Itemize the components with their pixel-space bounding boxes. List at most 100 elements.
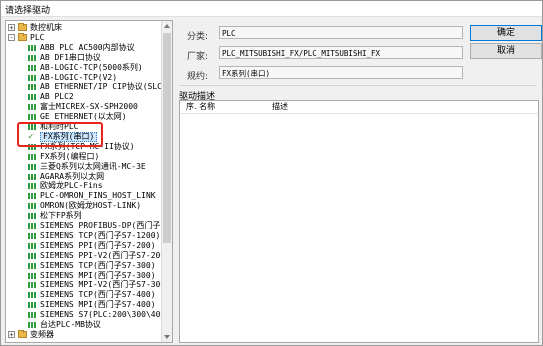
driver-icon: [28, 262, 40, 269]
category-field: PLC: [219, 26, 463, 39]
tree-driver-item[interactable]: AB ETHERNET/IP CIP协议(SLC5: [6, 82, 167, 92]
driver-icon: [28, 124, 40, 130]
tree-driver-label: 欧姆龙PLC-Fins: [40, 181, 103, 191]
tree-driver-item[interactable]: 和利时PLC: [6, 122, 161, 132]
tree-driver-label: FX系列(编程口): [40, 151, 100, 161]
tree-driver-item[interactable]: 松下FP系列: [6, 211, 161, 221]
tree-driver-item[interactable]: SIEMENS PROFIBUS-DP(西门子): [6, 221, 165, 231]
tree-driver-label: SIEMENS TCP(西门子S7-400): [40, 290, 156, 300]
collapse-icon[interactable]: -: [8, 33, 15, 41]
tree-driver-item[interactable]: SIEMENS TCP(西门子S7-1200): [6, 231, 161, 241]
folder-icon: [18, 329, 27, 338]
spec-field: FX系列(串口): [219, 66, 463, 79]
tree-folder[interactable]: + 变频器: [6, 329, 161, 340]
driver-icon: [28, 183, 40, 190]
tree-driver-item[interactable]: 三菱Q系列以太网通讯-MC-3E: [6, 162, 161, 172]
driver-icon: [28, 104, 40, 111]
tree-driver-label: SIEMENS TCP(西门子S7-300): [40, 260, 156, 270]
driver-icon: [28, 54, 40, 61]
tree-driver-item[interactable]: AB-LOGIC-TCP(V2): [6, 73, 161, 83]
tree-driver-item-selected[interactable]: ✓ FX系列(串口): [6, 131, 161, 142]
tree-driver-label: SIEMENS MPI-V2(西门子S7-300: [40, 280, 166, 290]
tree-driver-item[interactable]: SIEMENS TCP(西门子S7-300): [6, 261, 161, 271]
tree-driver-label: SIEMENS MPI(西门子S7-300): [40, 270, 156, 280]
tree-driver-label: AB-LOGIC-TCP(5000系列): [40, 62, 143, 72]
tree-driver-item[interactable]: 欧姆龙PLC-Fins: [6, 181, 161, 191]
scroll-thumb[interactable]: [163, 33, 171, 243]
tree-driver-item[interactable]: SIEMENS MPI-V2(西门子S7-300: [6, 280, 165, 290]
window-title: 请选择驱动: [5, 6, 51, 16]
column-header-name[interactable]: 序. 名称: [186, 101, 215, 113]
driver-icon: [28, 302, 40, 309]
tree-driver-label: AGARA系列以太网: [40, 171, 105, 181]
tree-driver-label: SIEMENS S7(PLC:200\300\400\: [40, 310, 171, 320]
tree-driver-label: AB DF1串口协议: [40, 52, 101, 62]
tree-driver-item[interactable]: OMRON(欧姆龙HOST-LINK): [6, 201, 161, 211]
tree-driver-item[interactable]: ABB PLC AC500内部协议: [6, 43, 161, 53]
tree-folder-label: 数控机床: [30, 23, 62, 32]
vendor-label: 厂家:: [187, 52, 209, 62]
driver-select-dialog: 请选择驱动 + 数控机床 - PLC ABB PLC AC500内部协议 AB DF1串口…: [0, 0, 543, 346]
tree-driver-label: AB ETHERNET/IP CIP协议(SLC5: [40, 82, 167, 92]
tree-driver-item[interactable]: AB PLC2: [6, 92, 161, 102]
folder-icon: [18, 32, 27, 41]
driver-icon: [28, 292, 40, 299]
driver-icon: [28, 203, 40, 210]
tree-driver-label: 三菱Q系列以太网通讯-MC-3E: [40, 161, 146, 171]
tree-driver-item[interactable]: SIEMENS MPI(西门子S7-300): [6, 271, 161, 281]
tree-driver-label: FX系列(串口): [40, 131, 98, 142]
tree-driver-label: SIEMENS TCP(西门子S7-1200): [40, 230, 161, 240]
tree-driver-label: PLC-OMRON_FINS_HOST_LINK: [40, 191, 156, 201]
tree-driver-item[interactable]: 富士MICREX-SX-SPH2000: [6, 102, 161, 112]
folder-icon: [18, 23, 27, 31]
tree-scrollbar[interactable]: [161, 21, 172, 342]
tree-driver-label: 富士MICREX-SX-SPH2000: [40, 102, 138, 112]
cancel-button[interactable]: 取消: [470, 43, 542, 59]
driver-icon: [28, 272, 40, 279]
tree-folder-label: PLC: [30, 32, 45, 42]
driver-icon: [28, 252, 40, 259]
tree-driver-item[interactable]: GE ETHERNET(以太网): [6, 112, 161, 122]
tree-driver-item[interactable]: FX系列(编程口): [6, 152, 161, 162]
tree-driver-item[interactable]: SIEMENS PPI-V2(西门子S7-200: [6, 251, 165, 261]
tree-folder[interactable]: + 数控机床: [6, 23, 161, 33]
tree-driver-label: 和利时PLC: [40, 122, 79, 131]
driver-icon: [28, 173, 40, 180]
column-header-description[interactable]: 描述: [272, 101, 288, 113]
expand-icon[interactable]: +: [8, 24, 15, 32]
tree-driver-item[interactable]: SIEMENS S7(PLC:200\300\400\: [6, 310, 170, 320]
tree-driver-item[interactable]: PLC-OMRON_FINS_HOST_LINK: [6, 191, 161, 201]
tree-driver-item[interactable]: AB DF1串口协议: [6, 53, 161, 63]
tree-driver-item[interactable]: SIEMENS PPI(西门子S7-200): [6, 241, 161, 251]
scroll-down-icon[interactable]: [164, 335, 170, 339]
tree-driver-label: AB PLC2: [40, 92, 74, 102]
checkmark-icon: ✓: [28, 131, 34, 142]
driver-icon: [28, 163, 40, 170]
driver-tree[interactable]: + 数控机床 - PLC ABB PLC AC500内部协议 AB DF1串口协议 AB-L…: [5, 20, 173, 343]
driver-icon: [28, 74, 40, 81]
section-divider: [179, 85, 537, 86]
tree-driver-item[interactable]: FX系列(TCP-MC-II协议): [6, 142, 161, 152]
description-header: 序. 名称 描述: [180, 101, 538, 114]
driver-icon: [28, 193, 40, 200]
tree-driver-item[interactable]: AB-LOGIC-TCP(5000系列): [6, 63, 161, 73]
ok-button[interactable]: 确定: [470, 25, 542, 41]
tree-driver-label: SIEMENS PPI(西门子S7-200): [40, 240, 156, 250]
tree-folder[interactable]: - PLC: [6, 32, 161, 43]
tree-driver-item[interactable]: 台达PLC-MB协议: [6, 320, 161, 330]
tree-folder-label: 变频器: [30, 329, 54, 339]
driver-icon: [28, 64, 40, 71]
tree-driver-label: SIEMENS MPI(西门子S7-400): [40, 300, 156, 310]
tree-driver-item[interactable]: SIEMENS TCP(西门子S7-400): [6, 290, 161, 300]
tree-driver-label: GE ETHERNET(以太网): [40, 112, 127, 122]
driver-icon: [28, 84, 40, 91]
tree-driver-label: FX系列(TCP-MC-II协议): [40, 141, 135, 151]
driver-icon: [28, 94, 40, 101]
expand-icon[interactable]: +: [8, 330, 15, 338]
scroll-up-icon[interactable]: [164, 24, 170, 28]
tree-driver-item[interactable]: SIEMENS MPI(西门子S7-400): [6, 300, 161, 310]
vendor-field: PLC_MITSUBISHI_FX/PLC_MITSUBISHI_FX: [219, 46, 463, 59]
driver-icon: [28, 44, 40, 51]
tree-driver-item[interactable]: AGARA系列以太网: [6, 172, 161, 182]
driver-icon: [28, 282, 40, 289]
